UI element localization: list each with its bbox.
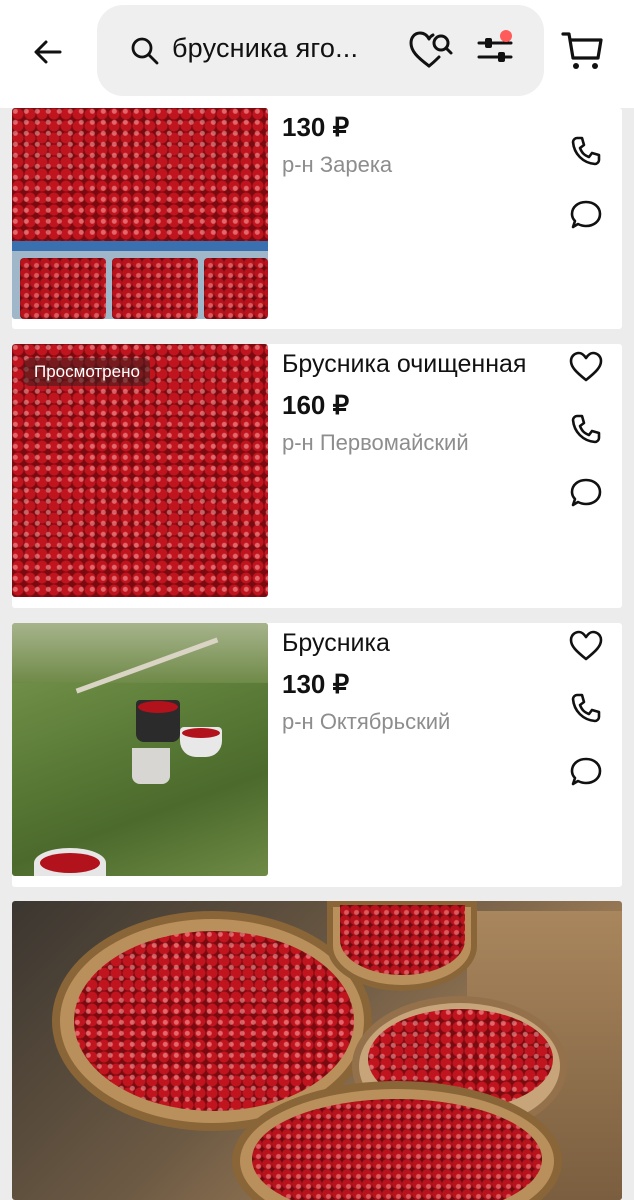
listing-card[interactable]: 130 ₽ р-н Зарека xyxy=(12,108,622,329)
listing-photo-large[interactable] xyxy=(12,901,622,1200)
listing-photo[interactable] xyxy=(12,623,268,876)
back-button[interactable] xyxy=(26,30,70,74)
top-bar: брусника яго... xyxy=(0,0,634,108)
listing-card[interactable]: Просмотрено Брусника очищенная 160 ₽ р-н… xyxy=(12,344,622,608)
listing-card-large[interactable] xyxy=(12,901,622,1200)
listing-card[interactable]: Брусника 130 ₽ р-н Октябрьский xyxy=(12,623,622,887)
listing-price: 130 ₽ xyxy=(282,112,350,142)
call-button[interactable] xyxy=(565,130,607,172)
chat-bubble-icon xyxy=(570,478,602,507)
message-button[interactable] xyxy=(565,472,607,514)
filters-indicator-dot xyxy=(500,30,512,42)
call-button[interactable] xyxy=(565,687,607,729)
listing-location: р-н Октябрьский xyxy=(282,709,451,734)
listing-photo[interactable]: Просмотрено xyxy=(12,344,268,597)
favorite-button[interactable] xyxy=(565,625,607,667)
search-icon xyxy=(131,37,159,65)
phone-icon xyxy=(571,693,601,723)
favorite-button[interactable] xyxy=(565,346,607,388)
listing-photo[interactable] xyxy=(12,108,268,319)
listing-title: Брусника xyxy=(282,629,390,657)
cart-icon[interactable] xyxy=(558,26,606,74)
heart-icon xyxy=(569,351,603,382)
viewed-badge: Просмотрено xyxy=(24,358,150,386)
phone-icon xyxy=(571,414,601,444)
listing-title: Брусника очищенная xyxy=(282,350,527,378)
phone-icon xyxy=(571,136,601,166)
chat-bubble-icon xyxy=(570,200,602,229)
message-button[interactable] xyxy=(565,751,607,793)
search-input[interactable]: брусника яго... xyxy=(172,33,358,64)
listing-location: р-н Первомайский xyxy=(282,430,469,455)
listing-price: 160 ₽ xyxy=(282,390,350,420)
arrow-left-icon xyxy=(34,40,62,64)
listings-feed[interactable]: 130 ₽ р-н Зарека Просмотрено Брусника оч… xyxy=(0,108,634,1200)
heart-search-icon[interactable] xyxy=(407,28,455,72)
call-button[interactable] xyxy=(565,408,607,450)
listing-location: р-н Зарека xyxy=(282,152,393,177)
heart-icon xyxy=(569,630,603,661)
chat-bubble-icon xyxy=(570,757,602,786)
message-button[interactable] xyxy=(565,194,607,236)
listing-price: 130 ₽ xyxy=(282,669,350,699)
